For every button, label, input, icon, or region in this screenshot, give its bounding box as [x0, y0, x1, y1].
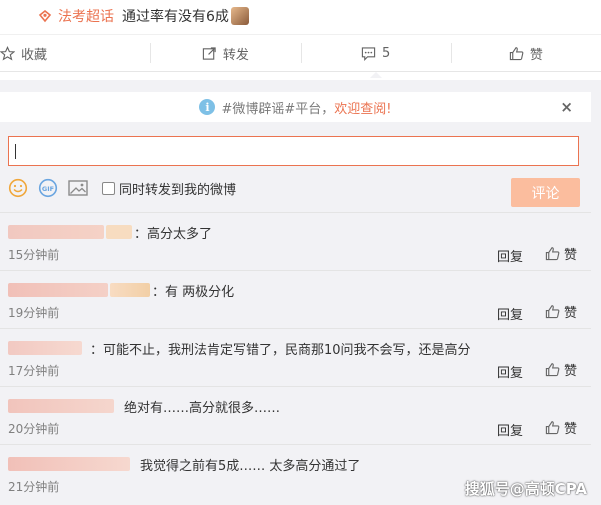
- like-comment-button[interactable]: 赞: [545, 302, 577, 321]
- post-action-bar: 收藏 转发 5 赞: [0, 34, 601, 78]
- comment-count: 5: [381, 45, 391, 61]
- text-caret: [15, 144, 16, 159]
- repost-checkbox-label: 同时转发到我的微博: [119, 182, 237, 198]
- blurred-username[interactable]: [8, 399, 114, 413]
- like-comment-button[interactable]: 赞: [545, 360, 577, 379]
- like-label: 赞: [564, 306, 578, 321]
- comment-button[interactable]: 5: [300, 35, 451, 78]
- reply-button[interactable]: 回复: [497, 362, 523, 381]
- source-watermark: 搜狐号@高顿CPA: [464, 480, 587, 498]
- thumbs-up-icon: [545, 363, 560, 377]
- emoji-button[interactable]: [8, 178, 28, 198]
- star-icon: [0, 45, 15, 61]
- post-topic-line: 法考超话 通过率有没有6成: [0, 0, 601, 32]
- like-label: 赞: [564, 248, 578, 263]
- favorite-label: 收藏: [21, 47, 48, 63]
- submit-comment-button[interactable]: 评论: [511, 178, 580, 207]
- like-post-label: 赞: [529, 47, 543, 63]
- info-icon: i: [199, 99, 216, 115]
- reply-button[interactable]: 回复: [497, 420, 523, 439]
- notice-text: #微博辟谣#平台，: [221, 101, 335, 117]
- comment-input[interactable]: [8, 136, 579, 166]
- comment-item: ： 可能不止，我刑法肯定写错了，民商那10问我不会写，还是高分 17分钟前 回复…: [0, 328, 591, 386]
- comment-text: 我觉得之前有5成…… 太多高分通过了: [140, 458, 361, 474]
- repost-label: 转发: [222, 47, 249, 63]
- like-label: 赞: [564, 364, 578, 379]
- svg-text:GIF: GIF: [42, 185, 54, 193]
- comment-item: ： 有 两极分化 19分钟前 回复 赞: [0, 270, 591, 328]
- gif-icon: GIF: [38, 178, 58, 198]
- reply-button[interactable]: 回复: [497, 304, 523, 323]
- thumbs-up-icon: [545, 421, 560, 435]
- blurred-username[interactable]: [8, 283, 108, 297]
- comment-text: 有 两极分化: [165, 284, 235, 300]
- share-icon: [202, 46, 216, 60]
- comment-line: ： 有 两极分化: [8, 281, 235, 300]
- comment-line: ： 可能不止，我刑法肯定写错了，民商那10问我不会写，还是高分: [8, 339, 471, 358]
- comment-item: ： 高分太多了 15分钟前 回复 赞: [0, 212, 591, 270]
- comment-time: 15分钟前: [8, 248, 60, 262]
- comment-time: 20分钟前: [8, 422, 60, 436]
- close-notice-button[interactable]: ×: [560, 98, 573, 116]
- cat-emoji-icon: [230, 7, 249, 25]
- comment-text: 绝对有……高分就很多……: [124, 400, 281, 416]
- repost-checkbox[interactable]: [102, 181, 115, 195]
- image-button[interactable]: [68, 179, 88, 197]
- favorite-button[interactable]: 收藏: [0, 35, 150, 71]
- comment-text: 可能不止，我刑法肯定写错了，民商那10问我不会写，还是高分: [103, 342, 471, 358]
- comment-panel: i #微博辟谣#平台， 欢迎查阅! × GIF 同时转发到我的微博 评论 ： 高…: [0, 80, 601, 505]
- comment-separator: ：: [90, 342, 104, 358]
- topic-diamond-icon: [38, 9, 52, 23]
- super-topic-link[interactable]: 法考超话: [58, 6, 114, 26]
- like-label: 赞: [564, 422, 578, 437]
- comment-line: 我觉得之前有5成…… 太多高分通过了: [8, 455, 361, 474]
- like-comment-button[interactable]: 赞: [545, 418, 577, 437]
- thumbs-up-icon: [545, 305, 560, 319]
- post-text: 通过率有没有6成: [122, 9, 229, 25]
- blurred-avatar-badge: [106, 225, 132, 239]
- comment-separator: ：: [134, 226, 148, 242]
- comment-time: 21分钟前: [8, 480, 60, 494]
- blurred-avatar-badge: [110, 283, 150, 297]
- like-comment-button[interactable]: 赞: [545, 244, 577, 263]
- gif-button[interactable]: GIF: [38, 178, 58, 198]
- thumbs-up-icon: [545, 247, 560, 261]
- composer-tools: GIF 同时转发到我的微博: [8, 178, 236, 198]
- notice-link[interactable]: 欢迎查阅!: [334, 98, 391, 117]
- like-post-button[interactable]: 赞: [450, 35, 601, 71]
- rumor-notice-banner: i #微博辟谣#平台， 欢迎查阅! ×: [0, 92, 591, 122]
- blurred-username[interactable]: [8, 457, 130, 471]
- image-icon: [68, 180, 88, 196]
- thumbs-up-icon: [509, 46, 524, 60]
- comment-icon: [361, 46, 376, 61]
- comment-separator: ：: [152, 284, 166, 300]
- repost-button[interactable]: 转发: [150, 35, 300, 71]
- comment-time: 17分钟前: [8, 364, 60, 378]
- comment-text: 高分太多了: [147, 226, 213, 242]
- blurred-username[interactable]: [8, 341, 82, 355]
- reply-button[interactable]: 回复: [497, 246, 523, 265]
- comment-line: 绝对有……高分就很多……: [8, 397, 281, 416]
- comment-item: 绝对有……高分就很多…… 20分钟前 回复 赞: [0, 386, 591, 444]
- comment-time: 19分钟前: [8, 306, 60, 320]
- emoji-icon: [8, 178, 28, 198]
- comment-line: ： 高分太多了: [8, 223, 213, 242]
- blurred-username[interactable]: [8, 225, 104, 239]
